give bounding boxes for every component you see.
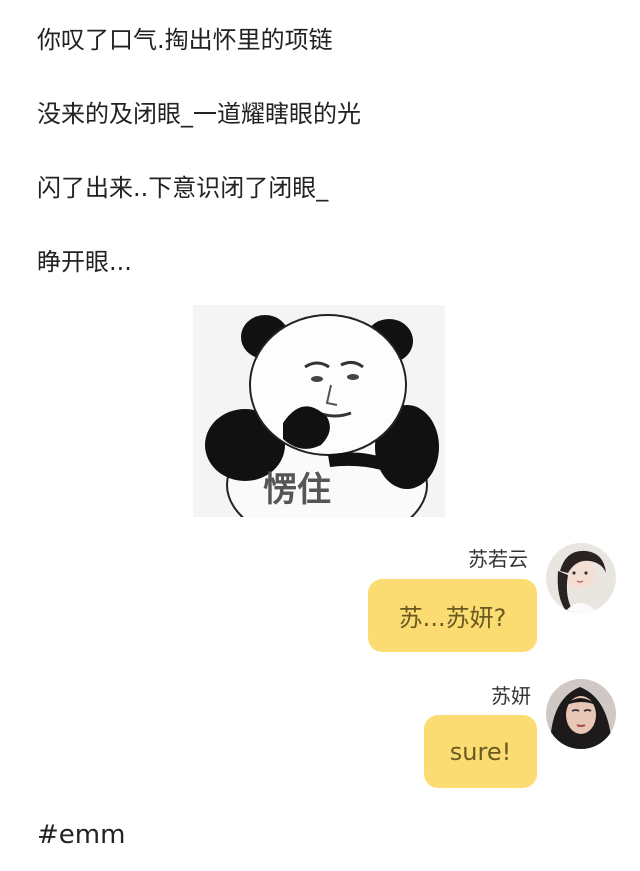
hashtag[interactable]: #emm [37, 818, 125, 852]
story-line-2: 没来的及闭眼_一道耀瞎眼的光 [37, 100, 361, 128]
avatar-portrait-icon [546, 543, 616, 613]
avatar[interactable] [546, 543, 616, 613]
panda-meme-image: 愣住 [193, 305, 445, 517]
speaker-name: 苏妍 [491, 684, 531, 708]
story-line-4: 睁开眼... [37, 248, 132, 276]
story-line-3: 闪了出来..下意识闭了闭眼_ [37, 174, 329, 202]
chat-bubble: sure! [424, 715, 537, 788]
panda-meme-illustration: 愣住 [193, 305, 445, 517]
meme-caption: 愣住 [263, 470, 331, 510]
avatar-portrait-icon [546, 679, 616, 749]
chat-bubble: 苏...苏妍? [368, 579, 537, 652]
story-line-1: 你叹了口气.掏出怀里的项链 [37, 26, 333, 54]
speaker-name: 苏若云 [468, 547, 528, 571]
avatar[interactable] [546, 679, 616, 749]
